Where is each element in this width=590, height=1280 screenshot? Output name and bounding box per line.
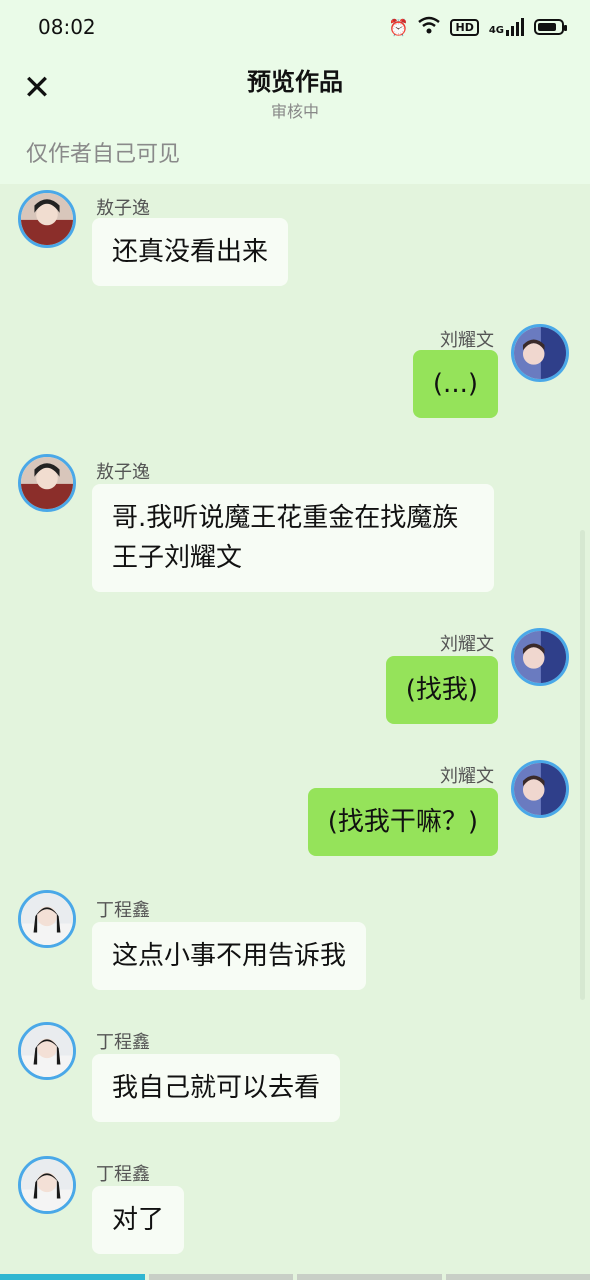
progress-segment [0, 1274, 145, 1280]
avatar[interactable] [18, 890, 76, 948]
sender-name: 敖子逸 [96, 462, 150, 483]
status-bar: 08:02 ⏰ HD 4G [0, 0, 590, 54]
page-title: 预览作品 [247, 68, 343, 96]
progress-segments [0, 1274, 590, 1280]
avatar[interactable] [18, 1156, 76, 1214]
sender-name: 丁程鑫 [96, 900, 150, 921]
signal-bars [506, 18, 524, 36]
message-bubble: (找我干嘛？) [307, 788, 498, 856]
message-bubble: 对了 [92, 1186, 185, 1254]
progress-segment [148, 1274, 293, 1280]
avatar[interactable] [511, 324, 569, 382]
avatar[interactable] [511, 628, 569, 686]
4g-label: 4G [488, 25, 504, 36]
scrollbar[interactable] [580, 530, 585, 1000]
avatar[interactable] [511, 760, 569, 818]
sender-name: 刘耀文 [440, 634, 494, 655]
4g-signal-icon: 4G [489, 18, 524, 36]
status-icons: ⏰ HD 4G [388, 16, 567, 38]
message-bubble: (找我) [385, 656, 498, 724]
chat-list[interactable]: 敖子逸 还真没看出来 刘耀文 (...) 敖子逸 哥.我听说魔王花重金在找魔族王… [0, 184, 590, 1274]
alarm-icon: ⏰ [388, 17, 409, 37]
header: ✕ 预览作品 审核中 [0, 54, 590, 126]
sender-name: 刘耀文 [440, 330, 494, 351]
hd-icon: HD [450, 18, 479, 36]
message-bubble: (...) [412, 350, 498, 418]
sender-name: 丁程鑫 [96, 1032, 150, 1053]
message-bubble: 哥.我听说魔王花重金在找魔族王子刘耀文 [92, 484, 494, 592]
wifi-icon [418, 16, 441, 38]
avatar[interactable] [18, 1022, 76, 1080]
sender-name: 刘耀文 [440, 766, 494, 787]
progress-segment [297, 1274, 442, 1280]
sender-name: 丁程鑫 [96, 1164, 150, 1185]
status-time: 08:02 [38, 15, 96, 39]
visibility-note: 仅作者自己可见 [0, 126, 590, 184]
review-status: 审核中 [270, 102, 319, 121]
message-bubble: 这点小事不用告诉我 [92, 922, 367, 990]
sender-name: 敖子逸 [96, 198, 150, 219]
avatar[interactable] [18, 454, 76, 512]
progress-segment [445, 1274, 590, 1280]
message-bubble: 还真没看出来 [92, 218, 289, 286]
message-bubble: 我自己就可以去看 [92, 1054, 341, 1122]
battery-icon [534, 19, 567, 35]
avatar[interactable] [18, 190, 76, 248]
